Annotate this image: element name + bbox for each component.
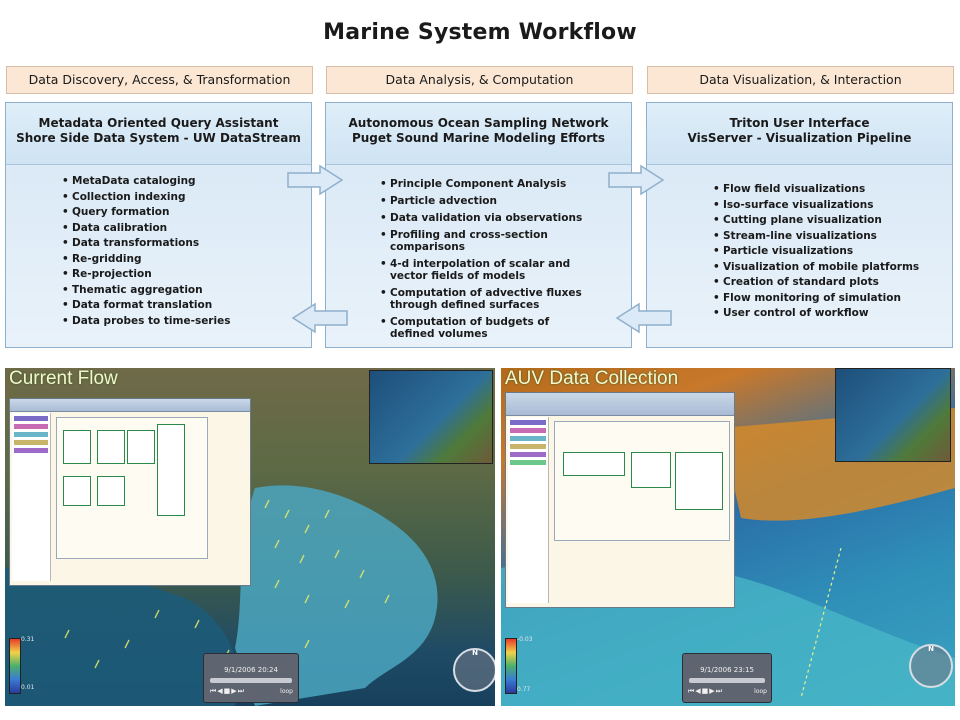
diagram-title: Marine System Workflow xyxy=(323,20,637,45)
workflow-canvas[interactable] xyxy=(554,421,730,541)
analysis-title-line-2: Puget Sound Marine Modeling Efforts xyxy=(351,131,606,145)
list-item: Particle advection xyxy=(380,195,585,207)
list-item: Data format translation xyxy=(62,299,302,311)
auv-data-collection-screenshot: -0.03 0.77 9/1/2006 23:15 ⏮◀■▶⏭ loop N A… xyxy=(501,368,955,706)
discovery-panel: Metadata Oriented Query Assistant Shore … xyxy=(5,102,312,348)
inset-map xyxy=(369,370,493,464)
right-arrow-icon xyxy=(608,164,665,196)
list-item: Flow field visualizations xyxy=(713,183,943,195)
compass-icon: N xyxy=(909,644,953,688)
visualization-title-line-2: VisServer - Visualization Pipeline xyxy=(687,131,912,145)
loop-checkbox[interactable]: loop xyxy=(280,688,293,695)
legend-max-value: -0.03 xyxy=(517,636,533,643)
list-item: Data transformations xyxy=(62,237,302,249)
discovery-panel-title: Metadata Oriented Query Assistant Shore … xyxy=(6,103,311,165)
app-sidebar xyxy=(12,413,51,581)
current-flow-screenshot: 0.31 0.01 9/1/2006 20:24 ⏮◀■▶⏭ loop N Cu… xyxy=(5,368,495,706)
list-item: Visualization of mobile platforms xyxy=(713,261,943,273)
list-item: Creation of standard plots xyxy=(713,276,943,288)
left-arrow-icon xyxy=(291,302,348,334)
list-item: Cutting plane visualization xyxy=(713,214,943,226)
visualization-title-line-1: Triton User Interface xyxy=(729,116,870,130)
inset-map xyxy=(835,368,951,462)
discovery-title-line-2: Shore Side Data System - UW DataStream xyxy=(16,131,301,145)
loop-checkbox[interactable]: loop xyxy=(754,688,767,695)
list-item: Data calibration xyxy=(62,222,302,234)
workflow-app-window[interactable] xyxy=(9,398,251,586)
legend-min-value: 0.01 xyxy=(21,684,35,691)
list-item: Principle Component Analysis xyxy=(380,178,585,190)
time-slider[interactable] xyxy=(210,678,292,683)
app-toolbar xyxy=(506,393,734,416)
time-playback-control[interactable]: 9/1/2006 20:24 ⏮◀■▶⏭ loop xyxy=(203,653,299,703)
screenshot-title: Current Flow xyxy=(9,368,118,389)
visualization-item-list: Flow field visualizations Iso-surface vi… xyxy=(713,183,943,319)
column-header-discovery: Data Discovery, Access, & Transformation xyxy=(6,66,313,94)
discovery-title-line-1: Metadata Oriented Query Assistant xyxy=(38,116,279,130)
list-item: 4-d interpolation of scalar and vector f… xyxy=(380,258,585,282)
playback-timestamp: 9/1/2006 23:15 xyxy=(700,666,754,674)
list-item: Stream-line visualizations xyxy=(713,230,943,242)
visualization-panel-title: Triton User Interface VisServer - Visual… xyxy=(647,103,952,165)
list-item: Particle visualizations xyxy=(713,245,943,257)
app-sidebar xyxy=(508,417,549,603)
list-item: Computation of budgets of defined volume… xyxy=(380,316,585,340)
analysis-item-list: Principle Component Analysis Particle ad… xyxy=(380,178,585,340)
compass-icon: N xyxy=(453,648,495,692)
compass-north-label: N xyxy=(928,645,934,653)
analysis-panel: Autonomous Ocean Sampling Network Puget … xyxy=(325,102,632,348)
discovery-item-list: MetaData cataloging Collection indexing … xyxy=(62,175,302,327)
right-arrow-icon xyxy=(287,164,344,196)
column-header-analysis: Data Analysis, & Computation xyxy=(326,66,633,94)
left-arrow-icon xyxy=(615,302,672,334)
list-item: Profiling and cross-section comparisons xyxy=(380,229,585,253)
list-item: Query formation xyxy=(62,206,302,218)
list-item: Iso-surface visualizations xyxy=(713,199,943,211)
list-item: Data validation via observations xyxy=(380,212,585,224)
playback-timestamp: 9/1/2006 20:24 xyxy=(224,666,278,674)
list-item: MetaData cataloging xyxy=(62,175,302,187)
legend-min-value: 0.77 xyxy=(517,686,531,693)
list-item: Flow monitoring of simulation xyxy=(713,292,943,304)
playback-buttons-icon[interactable]: ⏮◀■▶⏭ xyxy=(688,687,723,696)
color-legend-bar xyxy=(9,638,21,694)
list-item: Collection indexing xyxy=(62,191,302,203)
list-item: Thematic aggregation xyxy=(62,284,302,296)
screenshot-title: AUV Data Collection xyxy=(505,368,679,389)
time-slider[interactable] xyxy=(689,678,765,683)
list-item: Data probes to time-series xyxy=(62,315,302,327)
analysis-panel-title: Autonomous Ocean Sampling Network Puget … xyxy=(326,103,631,165)
list-item: Re-projection xyxy=(62,268,302,280)
app-toolbar xyxy=(10,399,250,412)
time-playback-control[interactable]: 9/1/2006 23:15 ⏮◀■▶⏭ loop xyxy=(682,653,772,703)
list-item: Computation of advective fluxes through … xyxy=(380,287,585,311)
playback-buttons-icon[interactable]: ⏮◀■▶⏭ xyxy=(210,687,245,696)
list-item: User control of workflow xyxy=(713,307,943,319)
analysis-title-line-1: Autonomous Ocean Sampling Network xyxy=(348,116,609,130)
color-legend-bar xyxy=(505,638,517,694)
visualization-panel: Triton User Interface VisServer - Visual… xyxy=(646,102,953,348)
legend-max-value: 0.31 xyxy=(21,636,35,643)
compass-north-label: N xyxy=(472,649,478,657)
list-item: Re-gridding xyxy=(62,253,302,265)
column-header-visualization: Data Visualization, & Interaction xyxy=(647,66,954,94)
workflow-app-window[interactable] xyxy=(505,392,735,608)
workflow-canvas[interactable] xyxy=(56,417,208,559)
